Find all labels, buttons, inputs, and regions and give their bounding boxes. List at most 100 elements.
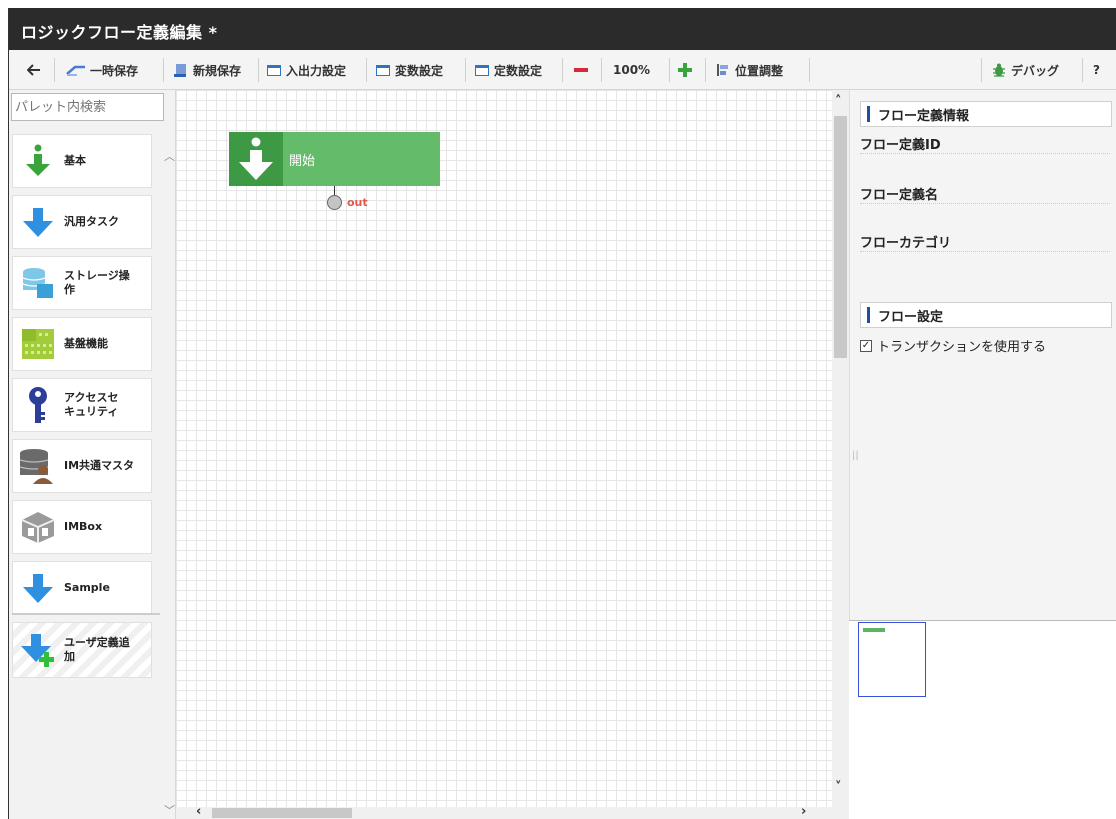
toolbar-separator [258,58,259,82]
box-icon [18,507,58,547]
palette-item-generic-task[interactable]: 汎用タスク [12,195,152,249]
scroll-right-icon[interactable]: › [801,804,806,819]
toolbar-separator [562,58,563,82]
add-user-defined-icon [18,630,58,670]
io-settings-button[interactable]: 入出力設定 [267,58,346,82]
palette-scroll-down-icon[interactable]: ﹀ [164,802,175,818]
toolbar-separator [669,58,670,82]
palette-item-label: 基盤機能 [64,337,108,350]
help-button[interactable]: ? [1093,58,1100,82]
grid-block-icon [18,324,58,364]
palette-item-label: IM共通マスタ [64,459,135,472]
palette-item-sample[interactable]: Sample [12,561,152,615]
canvas-vertical-scrollbar[interactable]: ˄ ˅ [832,90,849,819]
flow-id-label: フロー定義ID [860,134,1110,154]
zoom-out-button[interactable] [573,58,589,82]
toolbar-separator [1082,58,1083,82]
position-adjust-button[interactable]: 位置調整 [715,58,783,82]
toolbar-separator [54,58,55,82]
window-title: ロジックフロー定義編集 * [21,23,218,42]
arrow-left-icon [27,64,40,76]
palette-divider [12,613,160,615]
io-settings-label: 入出力設定 [286,63,347,78]
palette-item-label: ユーザ定義追 加 [64,636,130,663]
section-title: フロー設定 [878,309,944,325]
use-transaction-label: トランザクションを使用する [877,340,1047,355]
minimap-viewport[interactable] [858,622,926,697]
use-transaction-row[interactable]: ✓ トランザクションを使用する [860,336,1046,355]
flow-canvas[interactable] [176,90,832,819]
scroll-down-icon[interactable]: ˅ [835,780,842,795]
blue-down-arrow-icon [18,202,58,242]
new-save-button[interactable]: 新規保存 [173,58,241,82]
scroll-left-icon[interactable]: ‹ [196,804,201,819]
palette-search-input[interactable] [11,93,164,121]
zoom-level: 100% [613,63,651,77]
properties-panel: フロー定義情報 フロー定義ID フロー定義名 フローカテゴリ フロー設定 ✓ ト… [849,90,1116,620]
editor-window: ロジックフロー定義編集 * 一時保存 新規保存 入出力設定 変数設定 定数設定 [8,8,1116,819]
toolbar-separator [981,58,982,82]
minus-icon [574,68,588,72]
position-adjust-label: 位置調整 [735,63,784,78]
bug-icon [993,63,1005,77]
align-icon [717,64,728,76]
temp-save-icon [66,65,85,76]
blue-down-arrow-icon [18,568,58,608]
start-node-label: 開始 [289,154,316,169]
temp-save-button[interactable]: 一時保存 [65,58,138,82]
window-icon [267,64,281,76]
palette-scroll-up-icon[interactable]: ︿ [164,148,175,164]
var-settings-button[interactable]: 変数設定 [376,58,443,82]
palette-item-platform[interactable]: 基盤機能 [12,317,152,371]
scroll-up-icon[interactable]: ˄ [835,94,842,109]
const-settings-button[interactable]: 定数設定 [475,58,542,82]
start-node[interactable]: 開始 [229,132,440,186]
database-user-icon [18,446,58,486]
toolbar-separator [163,58,164,82]
title-bar: ロジックフロー定義編集 * [9,8,1116,50]
panel-divider [849,620,1116,621]
palette-item-storage[interactable]: ストレージ操 作 [12,256,152,310]
section-marker [867,307,870,323]
minimap-node [863,628,885,632]
palette-item-label: アクセスセ キュリティ [64,391,119,418]
palette-panel: ︿ 基本 汎用タスク ストレージ操 作 基盤機能 [9,90,176,819]
palette-item-label: ストレージ操 作 [64,269,130,296]
out-port-label: out [347,196,368,209]
toolbar-separator [465,58,466,82]
toolbar-separator [601,58,602,82]
palette-item-access-security[interactable]: アクセスセ キュリティ [12,378,152,432]
zoom-in-button[interactable] [677,58,693,82]
back-button[interactable] [27,58,41,82]
scroll-thumb[interactable] [212,808,352,818]
toolbar: 一時保存 新規保存 入出力設定 変数設定 定数設定 100% 位置調整 デバッグ… [9,50,1116,90]
var-settings-label: 変数設定 [395,63,444,78]
debug-button[interactable]: デバッグ [991,58,1059,82]
toolbar-separator [366,58,367,82]
flow-info-section-header[interactable]: フロー定義情報 [860,101,1112,127]
use-transaction-checkbox[interactable]: ✓ [860,339,872,352]
palette-item-im-common-master[interactable]: IM共通マスタ [12,439,152,493]
flow-settings-section-header[interactable]: フロー設定 [860,302,1112,328]
toolbar-separator [705,58,706,82]
palette-item-imbox[interactable]: IMBox [12,500,152,554]
new-save-label: 新規保存 [193,63,242,78]
scroll-thumb[interactable] [834,116,847,358]
debug-label: デバッグ [1011,63,1060,78]
section-title: フロー定義情報 [878,108,970,124]
panel-splitter-handle[interactable]: || [852,450,859,461]
palette-item-label: 汎用タスク [64,215,119,228]
temp-save-label: 一時保存 [90,63,139,78]
canvas-horizontal-scrollbar[interactable]: ‹ › [176,804,832,819]
palette-item-add-user-defined[interactable]: ユーザ定義追 加 [12,622,152,678]
key-icon [18,385,58,425]
flow-name-label: フロー定義名 [860,184,1110,204]
toolbar-separator [809,58,810,82]
palette-item-basic[interactable]: 基本 [12,134,152,188]
new-save-icon [174,64,186,77]
const-settings-label: 定数設定 [494,63,543,78]
green-down-arrow-icon [18,141,58,181]
window-icon [376,64,390,76]
out-port[interactable] [327,195,342,210]
plus-icon [678,63,692,77]
